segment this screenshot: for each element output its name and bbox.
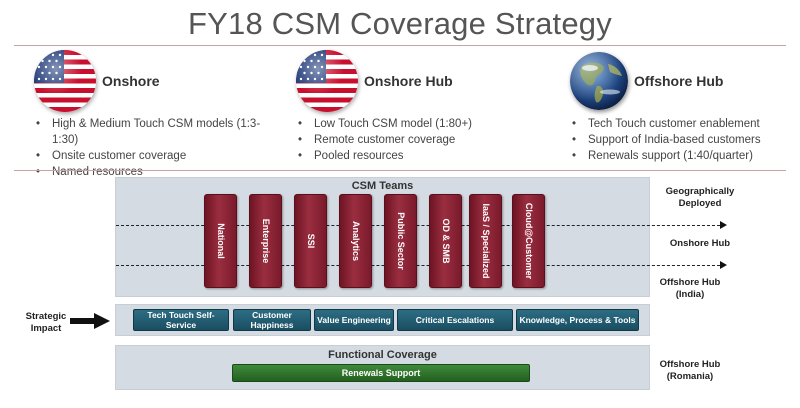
list-item: Renewals support (1:40/quarter) <box>570 148 790 164</box>
team-public-sector: Public Sector <box>384 194 417 288</box>
team-ssi: SSI <box>294 194 327 288</box>
list-item: Onsite customer coverage <box>34 148 284 164</box>
team-cloud-at-customer: Cloud@Customer <box>512 194 545 288</box>
right-arrow-icon <box>70 313 110 329</box>
column-title: Onshore Hub <box>364 73 453 89</box>
team-label: IaaS / Specialized <box>480 203 491 279</box>
team-label: SSI <box>305 233 316 249</box>
arrowhead-icon <box>720 221 727 229</box>
list-item: Support of India-based customers <box>570 132 790 148</box>
strategic-impact-label: Strategic Impact <box>25 311 67 334</box>
column-onshore-hub: Onshore Hub Low Touch CSM model (1:80+) … <box>296 50 526 164</box>
team-label: Public Sector <box>395 212 406 270</box>
side-label-geo: Geographically Deployed <box>665 186 735 209</box>
csm-teams-title: CSM Teams <box>351 180 414 192</box>
middle-divider <box>14 170 786 171</box>
team-label: OD & SMB <box>440 218 451 264</box>
list-item: Low Touch CSM model (1:80+) <box>296 116 526 132</box>
team-enterprise: Enterprise <box>249 194 282 288</box>
team-label: Cloud@Customer <box>523 202 534 280</box>
team-label: Enterprise <box>260 218 271 264</box>
impact-knowledge: Knowledge, Process & Tools <box>516 309 639 331</box>
page-title: FY18 CSM Coverage Strategy <box>188 6 612 41</box>
team-iaas-specialized: IaaS / Specialized <box>469 194 502 288</box>
column-onshore: Onshore High & Medium Touch CSM models (… <box>34 50 284 180</box>
column-title: Onshore <box>102 73 160 89</box>
impact-tech-touch: Tech Touch Self-Service <box>133 309 229 331</box>
list-item: Remote customer coverage <box>296 132 526 148</box>
list-item: Tech Touch customer enablement <box>570 116 790 132</box>
globe-icon <box>570 52 628 110</box>
team-national: National <box>204 194 237 288</box>
renewals-support-bar: Renewals Support <box>232 364 530 382</box>
column-title: Offshore Hub <box>634 73 724 89</box>
team-od-smb: OD & SMB <box>429 194 462 288</box>
arrowhead-icon <box>720 261 727 269</box>
list-item: Pooled resources <box>296 148 526 164</box>
bullet-list: Low Touch CSM model (1:80+) Remote custo… <box>296 116 526 164</box>
column-offshore-hub: Offshore Hub Tech Touch customer enablem… <box>570 50 790 164</box>
impact-critical-escalations: Critical Escalations <box>397 309 513 331</box>
csm-teams-panel: CSM Teams <box>115 177 650 297</box>
impact-customer-happiness: Customer Happiness <box>233 309 311 331</box>
side-label-offshore-romania: Offshore Hub (Romania) <box>659 359 721 382</box>
us-flag-icon <box>34 50 96 112</box>
list-item: High & Medium Touch CSM models (1:3-1:30… <box>34 116 284 148</box>
top-divider <box>14 45 786 46</box>
team-label: Analytics <box>350 220 361 262</box>
impact-value-engineering: Value Engineering <box>314 309 394 331</box>
us-flag-icon <box>296 50 358 112</box>
team-analytics: Analytics <box>339 194 372 288</box>
bullet-list: Tech Touch customer enablement Support o… <box>570 116 790 164</box>
side-label-onshore-hub: Onshore Hub <box>669 238 731 249</box>
team-label: National <box>215 223 226 259</box>
functional-coverage-title: Functional Coverage <box>328 349 437 361</box>
side-label-offshore-india: Offshore Hub (India) <box>659 277 721 300</box>
